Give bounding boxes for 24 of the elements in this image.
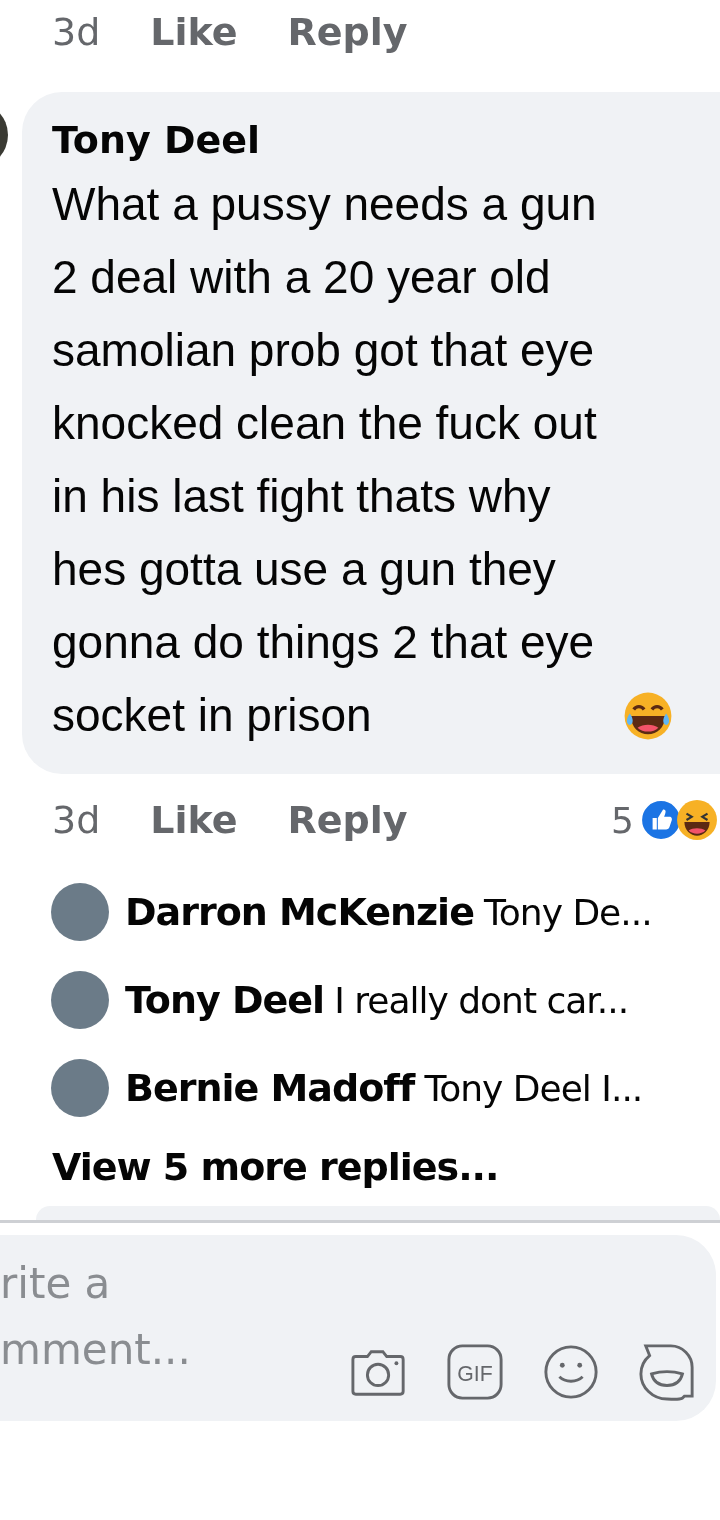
laughing-emoji-icon (676, 799, 718, 841)
like-link[interactable]: Like (150, 10, 238, 54)
timestamp: 3d (52, 798, 101, 842)
view-more-link[interactable]: View 5 more replies... (0, 1132, 720, 1202)
reply-preview[interactable]: Tony Deel I... (424, 1067, 643, 1109)
reply-author[interactable]: Darron McKenzie (125, 890, 474, 934)
reply-preview[interactable]: Tony De... (483, 891, 652, 933)
comment-text: What a pussy needs a gun 2 deal with a 20 year old samolian prob got that eye knocked clean the fuck out in his last fight thats why hes gotta use a gun they gonna do things 2 that eye socket in prison (52, 177, 598, 743)
comment-field[interactable]: rite a mment... GIF (0, 1235, 716, 1421)
thumbs-up-icon (640, 799, 682, 841)
laughing-emoji-icon (622, 690, 674, 742)
author-name[interactable]: Tony Deel (52, 112, 710, 168)
reaction-count[interactable]: 5 (611, 799, 634, 841)
reply-author[interactable]: Bernie Madoff (125, 1066, 415, 1110)
like-link[interactable]: Like (150, 798, 238, 842)
smiley-icon[interactable] (542, 1343, 600, 1401)
timestamp: 3d (52, 10, 101, 54)
reply-link[interactable]: Reply (287, 10, 408, 54)
reply-link[interactable]: Reply (287, 798, 408, 842)
gif-label: GIF (457, 1361, 493, 1386)
reply-preview[interactable]: I really dont car... (334, 979, 629, 1021)
reply-author[interactable]: Tony Deel (125, 978, 325, 1022)
sticker-icon[interactable] (638, 1343, 696, 1401)
gif-icon[interactable]: GIF (446, 1343, 504, 1401)
